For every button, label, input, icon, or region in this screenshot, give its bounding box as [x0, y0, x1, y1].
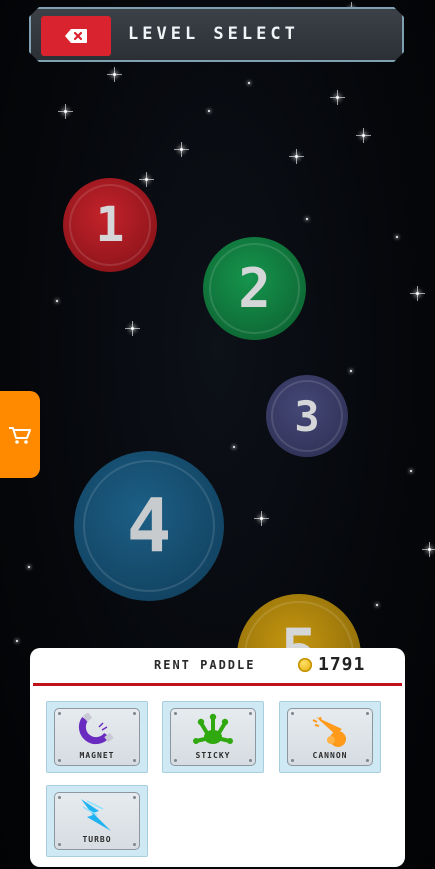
powerup-frame: STICKY: [170, 708, 256, 766]
star: [410, 286, 425, 301]
star: [350, 370, 352, 372]
powerup-turbo[interactable]: TURBO: [46, 785, 148, 857]
coin-count: 1791: [318, 654, 366, 675]
star: [174, 142, 189, 157]
level-number: 3: [294, 391, 320, 441]
sticky-paw-icon: [193, 713, 233, 744]
powerup-frame: MAGNET: [54, 708, 140, 766]
star: [233, 446, 235, 448]
star: [208, 110, 210, 112]
star: [125, 321, 140, 336]
level-2-button[interactable]: 2: [203, 237, 306, 340]
header-bar: LEVEL SELECT: [29, 7, 404, 62]
level-4-button[interactable]: 4: [74, 451, 224, 601]
star: [16, 640, 18, 642]
star: [56, 300, 58, 302]
powerup-magnet[interactable]: MAGNET: [46, 701, 148, 773]
star: [289, 149, 304, 164]
cannon-icon: [312, 716, 346, 747]
rent-paddle-panel: RENT PADDLE 1791 MAGNET STICKY CANNON TU…: [30, 648, 405, 867]
level-1-button[interactable]: 1: [63, 178, 157, 272]
star: [28, 566, 30, 568]
level-number: 2: [238, 257, 271, 320]
star: [254, 511, 269, 526]
shop-tab[interactable]: [0, 391, 40, 478]
star: [330, 90, 345, 105]
back-button[interactable]: [41, 16, 111, 56]
star: [248, 82, 250, 84]
divider: [33, 683, 402, 686]
page-title: LEVEL SELECT: [128, 24, 299, 44]
star: [306, 218, 308, 220]
panel-title: RENT PADDLE: [154, 658, 256, 672]
star: [376, 604, 378, 606]
powerup-frame: TURBO: [54, 792, 140, 850]
level-3-button[interactable]: 3: [266, 375, 348, 457]
coin-icon: [298, 658, 312, 672]
star: [422, 542, 435, 557]
powerup-label: MAGNET: [79, 751, 115, 760]
star: [356, 128, 371, 143]
turbo-icon: [81, 799, 111, 831]
star: [58, 104, 73, 119]
powerup-label: TURBO: [82, 835, 112, 844]
star: [396, 236, 398, 238]
level-number: 1: [95, 197, 125, 253]
level-number: 4: [126, 483, 172, 569]
backspace-icon: [64, 28, 88, 44]
star: [139, 172, 154, 187]
shopping-cart-icon: [9, 426, 31, 444]
powerup-label: CANNON: [312, 751, 348, 760]
powerup-frame: CANNON: [287, 708, 373, 766]
powerup-sticky[interactable]: STICKY: [162, 701, 264, 773]
star: [107, 67, 122, 82]
star: [410, 470, 412, 472]
powerup-label: STICKY: [195, 751, 231, 760]
powerup-cannon[interactable]: CANNON: [279, 701, 381, 773]
magnet-icon: [78, 713, 114, 745]
